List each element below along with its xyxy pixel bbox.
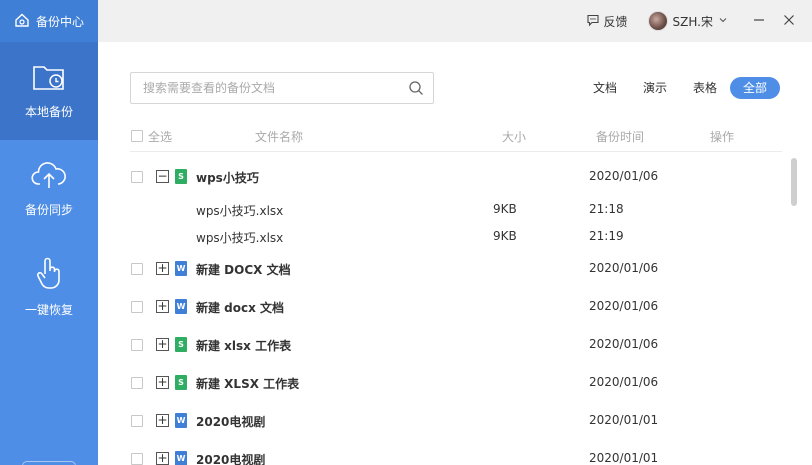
hand-pointer-icon — [34, 256, 64, 293]
backup-date: 2020/01/06 — [589, 337, 659, 351]
select-all-label: 全选 — [148, 130, 173, 144]
file-name: 新建 XLSX 工作表 — [196, 377, 300, 391]
table-subrow[interactable]: wps小技巧.xlsx 9KB 21:18 — [130, 196, 782, 223]
sidebar-item-one-click-restore[interactable]: 一键恢复 — [0, 238, 98, 336]
backup-date: 2020/01/06 — [589, 261, 659, 275]
table-row[interactable]: − S wps小技巧 2020/01/06 — [130, 158, 782, 196]
table-row[interactable]: + S 新建 XLSX 工作表 2020/01/06 — [130, 364, 782, 402]
row-checkbox[interactable] — [131, 301, 143, 313]
user-menu[interactable]: SZH.宋 — [647, 11, 728, 31]
row-checkbox[interactable] — [131, 415, 143, 427]
backup-date: 2020/01/06 — [589, 169, 659, 183]
table-subrow[interactable]: wps小技巧.xlsx 9KB 21:19 — [130, 223, 782, 250]
window-controls-area: 反馈 SZH.宋 — [586, 0, 812, 42]
expand-icon[interactable]: + — [156, 300, 169, 313]
row-checkbox[interactable] — [131, 171, 143, 183]
expand-icon[interactable]: + — [156, 376, 169, 389]
file-name: 2020电视剧 — [196, 453, 266, 465]
expand-icon[interactable]: + — [156, 452, 169, 465]
version-size: 9KB — [493, 229, 517, 243]
file-name: 新建 xlsx 工作表 — [196, 339, 292, 353]
sidebar-more-hint — [22, 461, 76, 465]
column-header-name: 文件名称 — [255, 130, 304, 144]
sidebar: 本地备份 备份同步 一键恢复 — [0, 42, 98, 465]
feedback-label: 反馈 — [603, 14, 628, 29]
sidebar-item-label: 一键恢复 — [24, 303, 73, 317]
select-all-checkbox[interactable] — [131, 130, 143, 142]
column-header-time: 备份时间 — [596, 130, 645, 144]
expand-icon[interactable]: + — [156, 338, 169, 351]
row-checkbox[interactable] — [131, 263, 143, 275]
version-name: wps小技巧.xlsx — [196, 204, 284, 218]
minimize-button[interactable] — [744, 0, 774, 42]
expand-icon[interactable]: + — [156, 414, 169, 427]
folder-clock-icon — [32, 62, 66, 95]
table-row[interactable]: + W 2020电视剧 2020/01/01 — [130, 440, 782, 465]
avatar — [647, 11, 668, 31]
document-file-icon: W — [175, 299, 187, 314]
feedback-button[interactable]: 反馈 — [586, 13, 628, 30]
app-brand: 备份中心 — [0, 0, 98, 42]
close-icon — [783, 14, 795, 29]
collapse-icon[interactable]: − — [156, 170, 169, 183]
file-name: 2020电视剧 — [196, 415, 266, 429]
backup-file-list: − S wps小技巧 2020/01/06 wps小技巧.xlsx 9KB 21… — [130, 158, 782, 465]
document-file-icon: W — [175, 261, 187, 276]
column-header-size: 大小 — [502, 130, 527, 144]
row-checkbox[interactable] — [131, 377, 143, 389]
table-row[interactable]: + W 新建 DOCX 文档 2020/01/06 — [130, 250, 782, 288]
filter-all[interactable]: 全部 — [729, 77, 780, 99]
sidebar-item-backup-sync[interactable]: 备份同步 — [0, 140, 98, 238]
version-name: wps小技巧.xlsx — [196, 231, 284, 245]
column-header-action: 操作 — [710, 130, 735, 144]
filter-documents[interactable]: 文档 — [580, 77, 630, 99]
table-row[interactable]: + W 2020电视剧 2020/01/01 — [130, 402, 782, 440]
file-name: wps小技巧 — [196, 171, 259, 185]
backup-date: 2020/01/01 — [589, 413, 659, 427]
document-file-icon: W — [175, 451, 187, 465]
row-checkbox[interactable] — [131, 453, 143, 465]
title-bar: 备份中心 反馈 SZH.宋 — [0, 0, 812, 42]
list-scrollbar[interactable] — [791, 158, 797, 206]
document-file-icon: W — [175, 413, 187, 428]
file-name: 新建 DOCX 文档 — [196, 263, 291, 277]
backup-date: 2020/01/06 — [589, 299, 659, 313]
backup-date: 2020/01/01 — [589, 451, 659, 465]
filter-spreadsheets[interactable]: 表格 — [680, 77, 730, 99]
app-title: 备份中心 — [36, 14, 85, 29]
sidebar-item-local-backup[interactable]: 本地备份 — [0, 42, 98, 140]
expand-icon[interactable]: + — [156, 262, 169, 275]
chat-bubble-icon — [586, 13, 600, 30]
spreadsheet-file-icon: S — [175, 169, 187, 184]
chevron-down-icon — [718, 14, 728, 28]
spreadsheet-file-icon: S — [175, 337, 187, 352]
search-box[interactable] — [130, 72, 434, 104]
filter-presentations[interactable]: 演示 — [630, 77, 680, 99]
sidebar-item-label: 本地备份 — [24, 105, 73, 119]
home-cloud-icon — [14, 12, 30, 31]
table-row[interactable]: + S 新建 xlsx 工作表 2020/01/06 — [130, 326, 782, 364]
table-header: 全选 文件名称 大小 备份时间 操作 — [130, 120, 782, 152]
backup-date: 2020/01/06 — [589, 375, 659, 389]
version-time: 21:19 — [589, 229, 624, 243]
version-size: 9KB — [493, 202, 517, 216]
file-type-filters: 文档 演示 表格 全部 — [580, 77, 780, 99]
version-time: 21:18 — [589, 202, 624, 216]
username: SZH.宋 — [672, 14, 713, 29]
spreadsheet-file-icon: S — [175, 375, 187, 390]
search-icon[interactable] — [399, 80, 433, 96]
cloud-upload-icon — [31, 160, 67, 193]
minimize-icon — [753, 14, 765, 29]
search-input[interactable] — [143, 81, 399, 95]
sidebar-item-label: 备份同步 — [24, 203, 73, 217]
close-button[interactable] — [774, 0, 804, 42]
row-checkbox[interactable] — [131, 339, 143, 351]
file-name: 新建 docx 文档 — [196, 301, 285, 315]
table-row[interactable]: + W 新建 docx 文档 2020/01/06 — [130, 288, 782, 326]
